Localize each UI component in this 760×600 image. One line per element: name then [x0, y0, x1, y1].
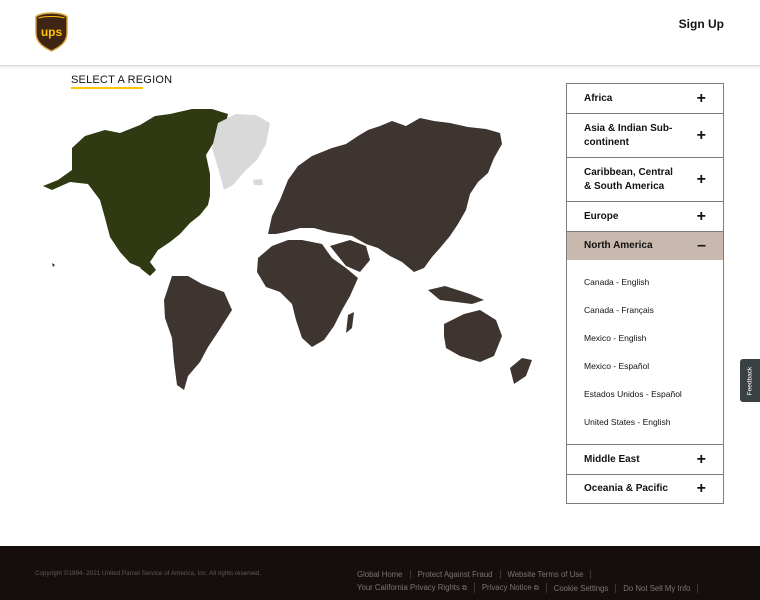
svg-text:ups: ups — [41, 25, 63, 39]
region-toggle-africa[interactable]: Africa + — [567, 84, 723, 113]
region-item-north-america: North America – Canada - English Canada … — [567, 232, 723, 445]
region-label: North America — [584, 240, 653, 251]
map-region-south-america[interactable] — [164, 276, 232, 390]
plus-icon: + — [696, 126, 706, 144]
feedback-label: Feedback — [746, 366, 754, 395]
region-item-asia: Asia & Indian Sub-continent + — [567, 114, 723, 158]
plus-icon: + — [696, 89, 706, 107]
region-label: Africa — [584, 92, 613, 104]
world-map — [43, 109, 532, 390]
map-region-greenland — [253, 179, 263, 185]
country-link-canada-francais[interactable]: Canada - Français — [567, 296, 723, 324]
section-title-underline — [71, 87, 143, 89]
plus-icon: + — [696, 207, 706, 225]
footer-row-1: Global Home Protect Against Fraud Websit… — [357, 567, 737, 581]
region-toggle-north-america[interactable]: North America – — [567, 232, 723, 260]
region-item-caribbean: Caribbean, Central & South America + — [567, 158, 723, 202]
region-toggle-asia[interactable]: Asia & Indian Sub-continent + — [567, 114, 723, 157]
section-title: SELECT A REGION — [71, 74, 173, 86]
region-toggle-europe[interactable]: Europe + — [567, 202, 723, 231]
footer-link-do-not-sell[interactable]: Do Not Sell My Info — [616, 583, 699, 593]
footer-link-label: Privacy Notice — [481, 583, 532, 592]
map-region-oceania[interactable] — [510, 358, 532, 384]
external-link-icon: ⧉ — [533, 585, 539, 592]
footer-links: Global Home Protect Against Fraud Websit… — [357, 567, 737, 595]
map-region-oceania[interactable] — [428, 286, 484, 304]
region-item-africa: Africa + — [567, 84, 723, 114]
country-link-mexico-english[interactable]: Mexico - English — [567, 324, 723, 352]
footer-row-2: Your California Privacy Rights ⧉ Privacy … — [357, 581, 737, 595]
ups-logo[interactable]: ups — [35, 12, 68, 52]
plus-icon: + — [696, 450, 706, 468]
north-america-country-list: Canada - English Canada - Français Mexic… — [567, 260, 723, 444]
map-region-oceania[interactable] — [444, 310, 502, 362]
footer-link-global-home[interactable]: Global Home — [357, 569, 411, 579]
country-link-canada-english[interactable]: Canada - English — [567, 268, 723, 296]
map-region-north-america[interactable] — [43, 109, 228, 268]
copyright-text: Copyright ©1994- 2021 United Parcel Serv… — [35, 570, 262, 577]
footer-link-website-terms[interactable]: Website Terms of Use — [501, 569, 592, 579]
footer-link-california-privacy[interactable]: Your California Privacy Rights ⧉ — [357, 583, 475, 593]
region-toggle-middle-east[interactable]: Middle East + — [567, 445, 723, 474]
minus-icon: – — [697, 237, 706, 254]
region-toggle-oceania[interactable]: Oceania & Pacific + — [567, 475, 723, 503]
region-item-middle-east: Middle East + — [567, 445, 723, 475]
feedback-tab[interactable]: Feedback — [740, 359, 760, 402]
region-label: Europe — [584, 210, 619, 222]
region-accordion: Africa + Asia & Indian Sub-continent + C… — [566, 83, 724, 504]
map-region-north-america[interactable] — [52, 263, 55, 267]
sign-up-link[interactable]: Sign Up — [679, 17, 724, 31]
map-region-africa[interactable] — [346, 312, 354, 333]
region-label: Oceania & Pacific — [584, 483, 668, 494]
external-link-icon: ⧉ — [461, 585, 467, 592]
region-item-oceania: Oceania & Pacific + — [567, 475, 723, 503]
country-link-mexico-espanol[interactable]: Mexico - Español — [567, 352, 723, 380]
site-footer: Copyright ©1994- 2021 United Parcel Serv… — [0, 546, 760, 600]
region-toggle-caribbean[interactable]: Caribbean, Central & South America + — [567, 158, 723, 201]
region-item-europe: Europe + — [567, 202, 723, 232]
footer-link-cookie-settings[interactable]: Cookie Settings — [547, 583, 617, 593]
plus-icon: + — [696, 480, 706, 497]
map-region-greenland — [212, 114, 270, 190]
plus-icon: + — [696, 170, 706, 188]
region-label: Middle East — [584, 453, 640, 465]
country-link-united-states-english[interactable]: United States - English — [567, 408, 723, 436]
country-link-estados-unidos-espanol[interactable]: Estados Unidos - Español — [567, 380, 723, 408]
site-header: ups Sign Up — [0, 0, 760, 66]
footer-link-privacy-notice[interactable]: Privacy Notice ⧉ — [475, 583, 547, 593]
footer-link-protect-against-fraud[interactable]: Protect Against Fraud — [411, 569, 501, 579]
region-label: Asia & Indian Sub-continent — [584, 122, 673, 148]
region-label: Caribbean, Central & South America — [584, 166, 673, 192]
footer-link-label: Your California Privacy Rights — [357, 583, 460, 592]
